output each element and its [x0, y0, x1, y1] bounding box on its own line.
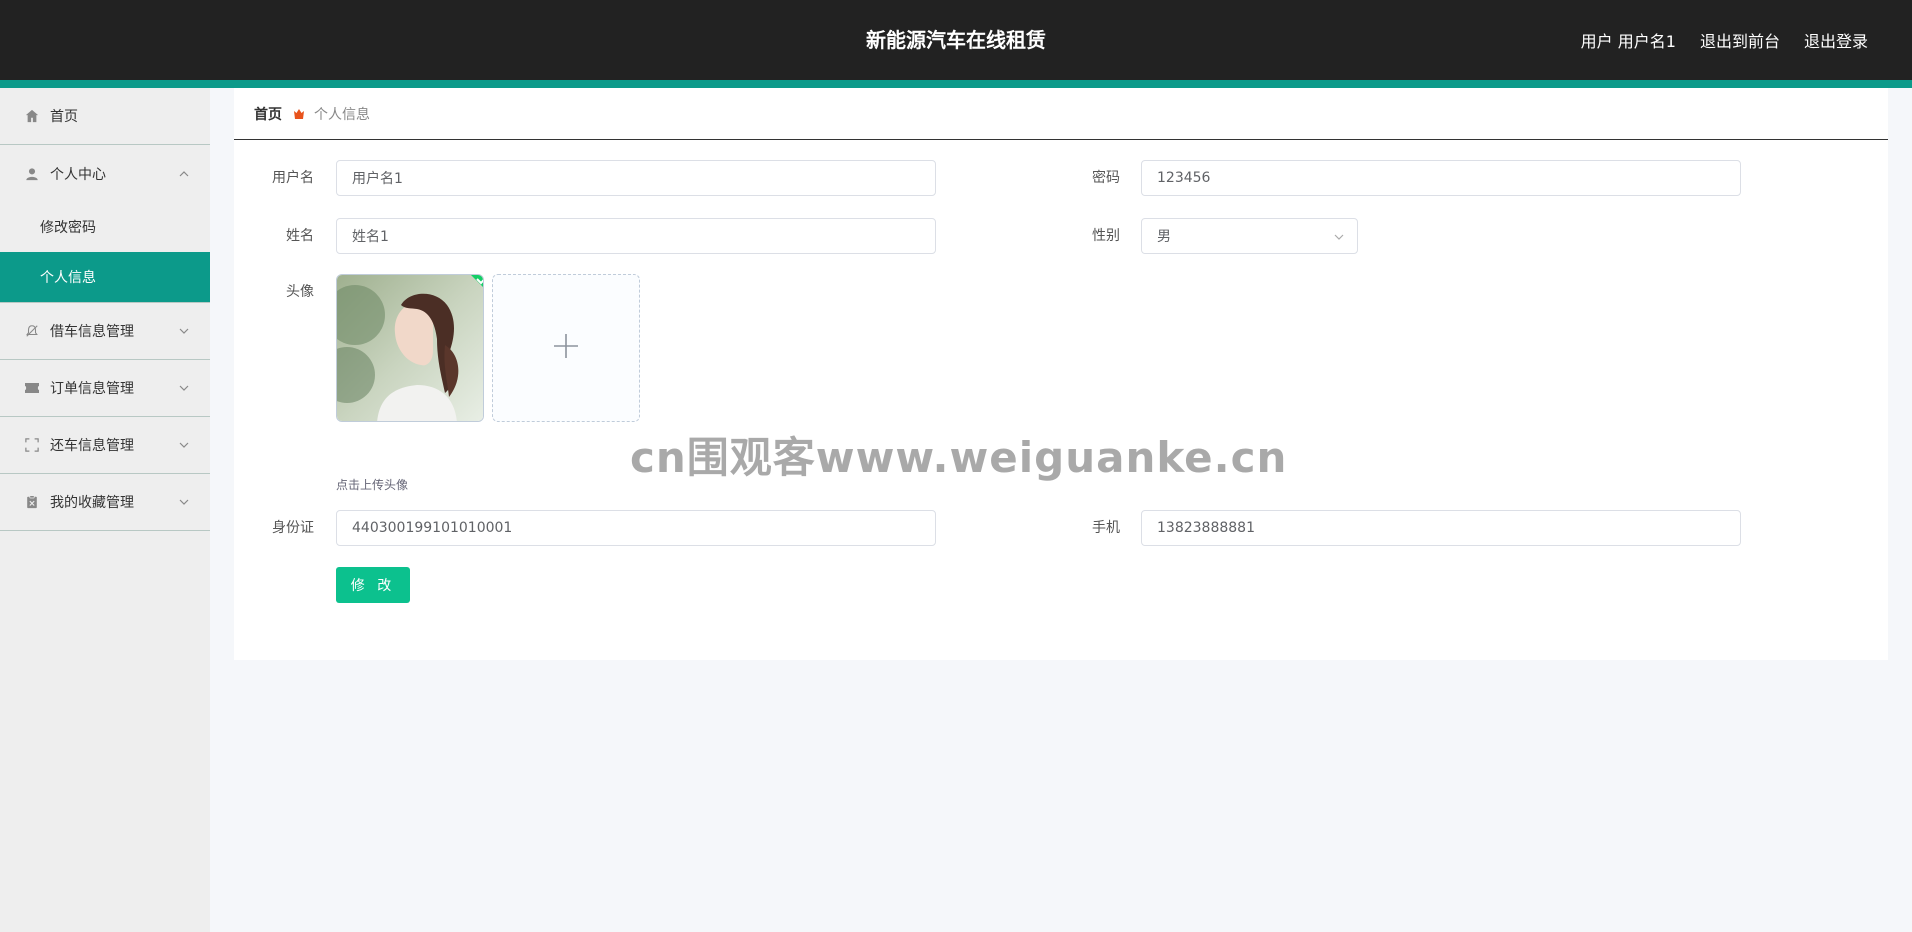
chevron-down-icon	[178, 325, 190, 337]
phone-input[interactable]	[1141, 510, 1741, 546]
header-user-area: 用户 用户名1 退出到前台 退出登录	[1581, 0, 1868, 80]
back-to-front-link[interactable]: 退出到前台	[1700, 28, 1780, 52]
chevron-down-icon	[1333, 231, 1345, 243]
phone-label: 手机	[1092, 520, 1120, 536]
id-card-input[interactable]	[336, 510, 936, 546]
name-input[interactable]	[336, 218, 936, 254]
username: 用户名1	[1617, 32, 1676, 51]
sidebar-item-order-mgmt[interactable]: 订单信息管理	[0, 360, 210, 417]
gender-selected-value: 男	[1157, 229, 1171, 245]
current-user: 用户 用户名1	[1581, 28, 1676, 52]
breadcrumb-separator-icon	[292, 107, 306, 121]
gender-label: 性别	[1092, 228, 1120, 244]
sidebar: 首页 个人中心 修改密码 个人信息 借车信息管理 订单信息管理 还车信息管理 我…	[0, 88, 210, 932]
sidebar-item-label: 我的收藏管理	[50, 495, 134, 511]
submit-button[interactable]: 修 改	[336, 567, 410, 603]
sidebar-group-personal-center: 个人中心 修改密码 个人信息	[0, 145, 210, 303]
password-label: 密码	[1092, 170, 1120, 186]
sidebar-item-label: 首页	[50, 109, 78, 125]
chevron-down-icon	[178, 382, 190, 394]
logout-link[interactable]: 退出登录	[1804, 28, 1868, 52]
chevron-up-icon	[178, 168, 190, 180]
sidebar-item-label: 个人中心	[50, 166, 106, 183]
header-accent-bar	[0, 80, 1912, 88]
main-panel: 首页 个人信息 用户名 密码 姓名 性别 男 头像	[234, 88, 1888, 660]
upload-hint: 点击上传头像	[336, 478, 409, 492]
chevron-down-icon	[178, 496, 190, 508]
sidebar-item-label: 还车信息管理	[50, 438, 134, 454]
ticket-icon	[24, 380, 40, 396]
sidebar-item-home[interactable]: 首页	[0, 88, 210, 145]
user-prefix: 用户	[1580, 32, 1613, 51]
avatar-label: 头像	[286, 284, 314, 300]
fullscreen-icon	[24, 437, 40, 453]
sidebar-item-favorites-mgmt[interactable]: 我的收藏管理	[0, 474, 210, 531]
plus-icon	[552, 332, 580, 364]
avatar-upload-button[interactable]	[492, 274, 640, 422]
id-card-label: 身份证	[272, 520, 314, 536]
chevron-down-icon	[178, 439, 190, 451]
gender-select[interactable]: 男	[1141, 218, 1358, 254]
sidebar-item-label: 订单信息管理	[50, 381, 134, 397]
user-icon	[24, 166, 40, 182]
home-icon	[24, 108, 40, 124]
password-input[interactable]	[1141, 160, 1741, 196]
sidebar-subitem-change-password[interactable]: 修改密码	[0, 202, 210, 252]
username-input[interactable]	[336, 160, 936, 196]
breadcrumb-current: 个人信息	[314, 106, 370, 123]
breadcrumb-home[interactable]: 首页	[254, 104, 282, 124]
name-label: 姓名	[286, 228, 314, 244]
sidebar-item-label: 借车信息管理	[50, 324, 134, 340]
username-label: 用户名	[272, 170, 314, 186]
sidebar-item-personal-center[interactable]: 个人中心	[0, 145, 210, 202]
bell-off-icon	[24, 323, 40, 339]
upload-success-check-icon	[471, 275, 483, 287]
sidebar-subitem-personal-info[interactable]: 个人信息	[0, 252, 210, 302]
sidebar-item-return-mgmt[interactable]: 还车信息管理	[0, 417, 210, 474]
sidebar-item-borrow-mgmt[interactable]: 借车信息管理	[0, 303, 210, 360]
clipboard-icon	[24, 494, 40, 510]
avatar-preview[interactable]	[336, 274, 484, 422]
breadcrumb: 首页 个人信息	[234, 88, 1888, 140]
